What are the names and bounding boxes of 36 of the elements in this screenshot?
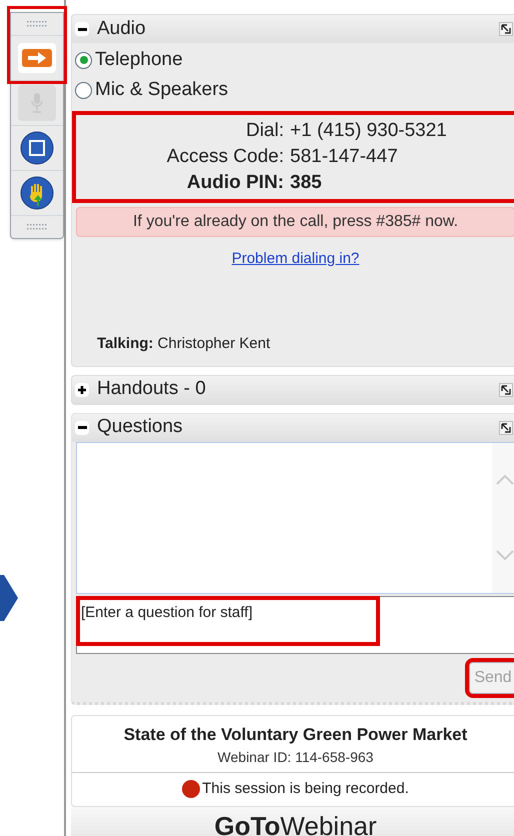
- panel-title: Questions: [97, 415, 184, 440]
- info-label: Dial:: [244, 119, 284, 143]
- panel-title: Handouts - 0: [97, 377, 207, 402]
- recording-status: This session is being recorded.: [202, 779, 409, 799]
- webinar-title: State of the Voluntary Green Power Market: [124, 724, 468, 746]
- panel-title: Audio: [97, 16, 147, 41]
- info-value: 385: [290, 171, 323, 195]
- panel-header[interactable]: Questions: [72, 414, 514, 442]
- webinar-id: Webinar ID: 114-658-963: [218, 748, 374, 767]
- pop-out-icon[interactable]: [499, 420, 513, 434]
- brand-logo: GoToWebinar: [214, 810, 377, 836]
- collapse-icon[interactable]: [75, 22, 89, 36]
- show-panel-button[interactable]: [18, 43, 56, 73]
- talking-status: Talking: Christopher Kent: [97, 335, 270, 352]
- grip-icon[interactable]: [26, 224, 48, 230]
- info-label: Audio PIN:: [186, 171, 284, 195]
- pop-out-icon[interactable]: [499, 22, 513, 36]
- arrow-icon: [0, 575, 18, 621]
- collapse-icon[interactable]: [75, 420, 89, 434]
- problem-dialing-link[interactable]: Problem dialing in?: [232, 250, 360, 267]
- radio-option[interactable]: Telephone: [75, 47, 514, 73]
- raise-hand-icon: [20, 176, 54, 210]
- grip-icon[interactable]: [26, 21, 48, 27]
- screen-button[interactable]: [20, 131, 54, 165]
- raise-hand-button[interactable]: [20, 176, 54, 210]
- info-value: 581-147-447: [290, 145, 399, 169]
- radio-option[interactable]: Mic & Speakers: [75, 77, 514, 103]
- info-label: Access Code:: [166, 145, 284, 169]
- notice-banner: If you're already on the call, press #385# now.: [76, 207, 514, 237]
- radio-button[interactable]: [75, 52, 92, 68]
- panel-header[interactable]: Audio: [72, 15, 514, 43]
- panel-header[interactable]: Handouts - 0: [72, 376, 514, 404]
- radio-button[interactable]: [75, 82, 92, 98]
- pop-out-icon[interactable]: [499, 382, 513, 396]
- info-value: +1 (415) 930-5321: [290, 119, 448, 143]
- expand-icon[interactable]: [75, 382, 89, 396]
